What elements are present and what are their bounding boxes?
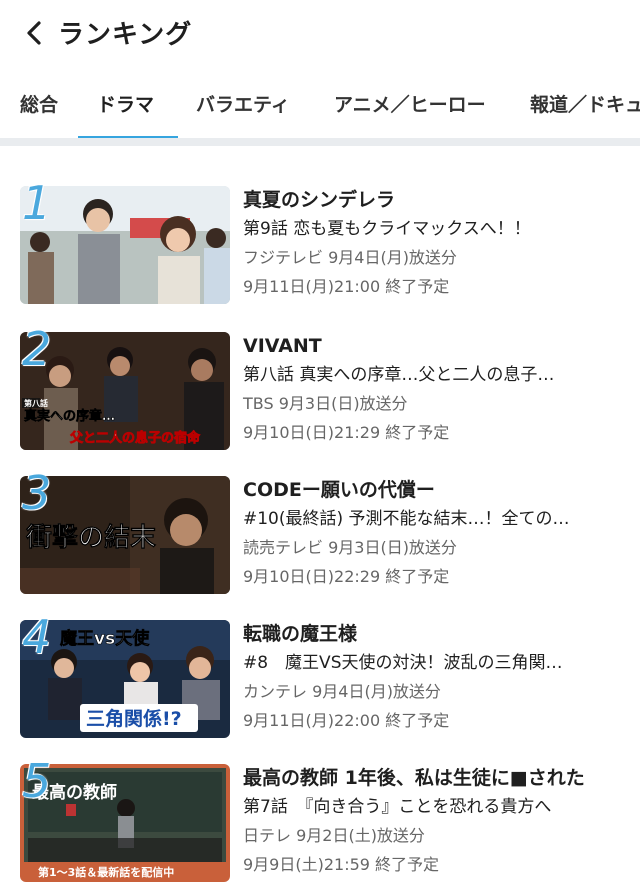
- broadcast-info: フジテレビ 9月4日(月)放送分: [243, 248, 457, 267]
- thumbnail: 魔王vs天使 三角関係!?: [20, 620, 230, 738]
- ranking-item[interactable]: 最高の教師 第1〜3話＆最新話を配信中 5 最高の教師 1年後、私は生徒に■され…: [0, 754, 640, 894]
- rank-number: 1: [22, 176, 52, 230]
- rank-number: 5: [22, 754, 52, 808]
- chevron-left-icon: [27, 21, 41, 45]
- ranking-item[interactable]: 第八話 真実への序章… 父と二人の息子の宿命 2 VIVANT 第八話 真実への…: [0, 322, 640, 462]
- page-title: ランキング: [58, 20, 193, 50]
- thumbnail-caption: 第1〜3話＆最新話を配信中: [38, 865, 174, 879]
- thumbnail: 最高の教師 第1〜3話＆最新話を配信中: [20, 764, 230, 882]
- thumbnail: 第八話 真実への序章… 父と二人の息子の宿命: [20, 332, 230, 450]
- tabs-divider: [0, 138, 640, 146]
- end-date: 9月10日(日)22:29 終了予定: [243, 567, 450, 586]
- category-tabs: 総合 ドラマ バラエティ アニメ／ヒーロー 報道／ドキュ: [0, 76, 640, 144]
- broadcast-info: 読売テレビ 9月3日(日)放送分: [243, 538, 457, 557]
- tab-anime-hero[interactable]: アニメ／ヒーロー: [334, 90, 486, 117]
- thumbnail: 衝撃の結末: [20, 476, 230, 594]
- episode-title: 第7話 『向き合う』ことを恐れる貴方へ: [243, 797, 552, 817]
- thumbnail-caption: 第八話: [24, 398, 48, 408]
- rank-number: 3: [22, 466, 52, 520]
- ranking-item[interactable]: 魔王vs天使 三角関係!? 4 転職の魔王様 #8 魔王VS天使の対決！波乱の三…: [0, 610, 640, 750]
- episode-title: #8 魔王VS天使の対決！波乱の三角関…: [243, 653, 563, 673]
- program-title: VIVANT: [243, 335, 322, 357]
- program-info: 真夏のシンデレラ 第9話 恋も夏もクライマックスへ！！ フジテレビ 9月4日(月…: [243, 186, 623, 300]
- rank-number: 2: [22, 322, 52, 376]
- program-info: 転職の魔王様 #8 魔王VS天使の対決！波乱の三角関… カンテレ 9月4日(月)…: [243, 620, 623, 734]
- program-info: CODEー願いの代償ー #10(最終話) 予測不能な結末…！全ての… 読売テレビ…: [243, 476, 623, 590]
- broadcast-info: カンテレ 9月4日(月)放送分: [243, 682, 441, 701]
- episode-title: #10(最終話) 予測不能な結末…！全ての…: [243, 509, 570, 529]
- thumbnail-caption: 真実への序章…: [24, 408, 115, 424]
- program-title: 転職の魔王様: [243, 623, 358, 645]
- app-header: ランキング: [0, 0, 640, 66]
- end-date: 9月11日(月)21:00 終了予定: [243, 277, 450, 296]
- thumbnail: [20, 186, 230, 304]
- thumbnail-caption: 魔王vs天使: [60, 628, 150, 649]
- thumbnail-caption: 衝撃の結末: [25, 522, 157, 553]
- program-title: CODEー願いの代償ー: [243, 479, 435, 501]
- ranking-item[interactable]: 1 真夏のシンデレラ 第9話 恋も夏もクライマックスへ！！ フジテレビ 9月4日…: [0, 176, 640, 316]
- episode-title: 第八話 真実への序章…父と二人の息子…: [243, 365, 555, 385]
- end-date: 9月9日(土)21:59 終了予定: [243, 855, 440, 874]
- broadcast-info: TBS 9月3日(日)放送分: [243, 394, 408, 413]
- tab-variety[interactable]: バラエティ: [196, 90, 290, 117]
- broadcast-info: 日テレ 9月2日(土)放送分: [243, 826, 425, 845]
- rank-number: 4: [22, 610, 52, 664]
- tab-news-docu[interactable]: 報道／ドキュ: [530, 90, 640, 117]
- program-title: 最高の教師 1年後、私は生徒に■された: [243, 767, 585, 789]
- episode-title: 第9話 恋も夏もクライマックスへ！！: [243, 219, 531, 239]
- program-info: 最高の教師 1年後、私は生徒に■された 第7話 『向き合う』ことを恐れる貴方へ …: [243, 764, 623, 878]
- end-date: 9月10日(日)21:29 終了予定: [243, 423, 450, 442]
- thumbnail-caption: 父と二人の息子の宿命: [69, 430, 201, 446]
- ranking-item[interactable]: 衝撃の結末 3 CODEー願いの代償ー #10(最終話) 予測不能な結末…！全て…: [0, 466, 640, 606]
- thumbnail-caption: 三角関係!?: [86, 707, 182, 730]
- tab-drama[interactable]: ドラマ: [97, 90, 154, 117]
- program-title: 真夏のシンデレラ: [243, 189, 396, 211]
- program-info: VIVANT 第八話 真実への序章…父と二人の息子… TBS 9月3日(日)放送…: [243, 332, 623, 446]
- end-date: 9月11日(月)22:00 終了予定: [243, 711, 450, 730]
- back-button[interactable]: [18, 16, 50, 50]
- tab-sougou[interactable]: 総合: [20, 90, 58, 117]
